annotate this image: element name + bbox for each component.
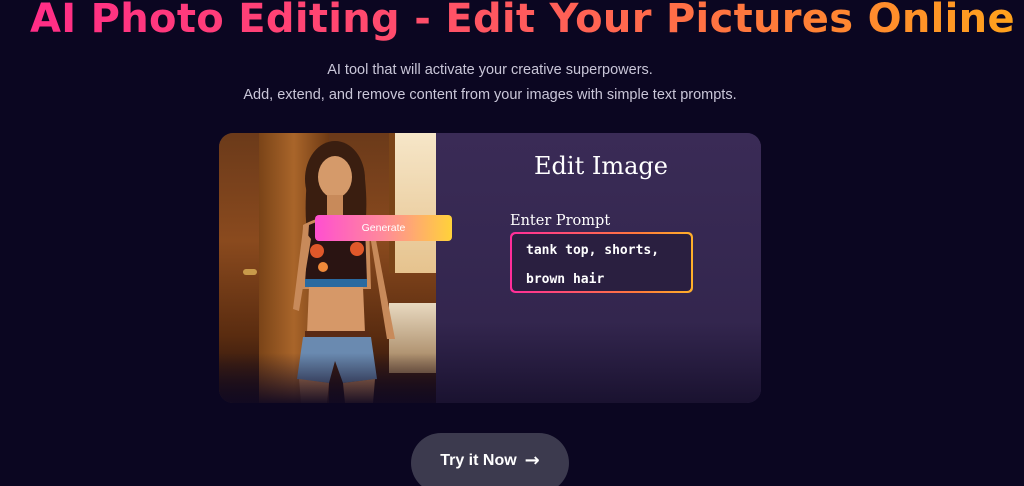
prompt-label: Enter Prompt [510,213,611,229]
try-it-now-button[interactable]: Try it Now → [411,433,569,486]
photo-bottom-fade [219,353,436,403]
hero-title: AI Photo Editing - Edit Your Pictures On… [30,0,1015,42]
try-it-now-label: Try it Now [440,452,517,469]
demo-photo [219,133,436,403]
edit-image-title: Edit Image [534,152,668,180]
arrow-right-icon: → [524,450,540,471]
photo-door-knob [243,269,257,275]
edit-image-panel: Edit Image Enter Prompt tank top, shorts… [436,133,761,403]
landing-page: AI Photo Editing - Edit Your Pictures On… [0,0,1024,486]
demo-card: Edit Image Enter Prompt tank top, shorts… [219,133,761,403]
hero-subtitle-line-2: Add, extend, and remove content from you… [243,87,737,103]
prompt-field[interactable]: tank top, shorts, brown hair [510,232,693,293]
hero-subtitle-line-1: AI tool that will activate your creative… [327,62,653,78]
prompt-text[interactable]: tank top, shorts, brown hair [512,234,691,291]
generate-button[interactable]: Generate [315,215,452,241]
